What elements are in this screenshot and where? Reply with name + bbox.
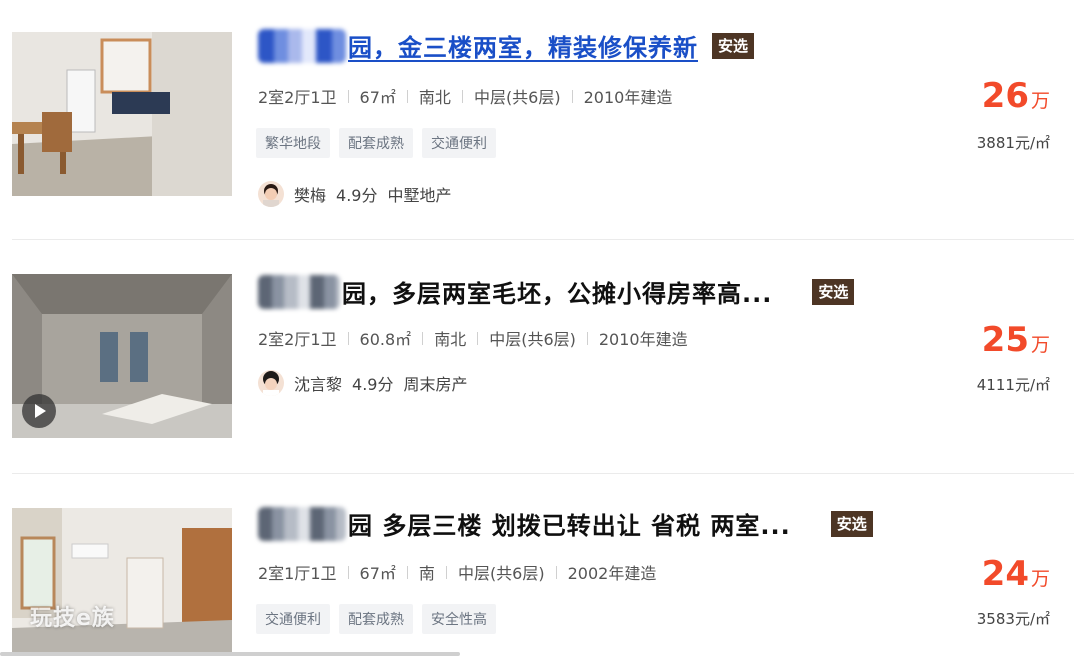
listing-photo[interactable] (12, 274, 232, 438)
separator (406, 89, 408, 103)
separator (555, 565, 557, 579)
separator (347, 89, 349, 103)
agent-rating: 4.9分 (336, 186, 378, 205)
price-value: 26 (981, 76, 1029, 116)
meta-floor: 中层(共6层) (473, 88, 561, 107)
agent-rating: 4.9分 (352, 375, 394, 394)
meta-layout: 2室2厅1卫 (258, 330, 337, 349)
total-price: 26 万 (982, 76, 1050, 116)
listing-title-link[interactable]: 园 多层三楼 划拨已转出让 省税 两室... (348, 506, 791, 541)
total-price: 25 万 (982, 320, 1050, 360)
listing-card-2[interactable]: 园，多层两室毛坯，公摊小得房率高... 安选 2室2厅1卫 60.8㎡ 南北 中… (0, 240, 1080, 474)
listing-card-3[interactable]: 玩技e族 园 多层三楼 划拨已转出让 省税 两室... 安选 2室1厅1卫 67… (0, 474, 1080, 656)
unit-price: 3881元/㎡ (976, 134, 1050, 152)
agent-info[interactable]: 沈言黎 4.9分 周末房产 (258, 370, 477, 396)
title-blurred-segment (258, 28, 346, 63)
meta-year: 2010年建造 (598, 330, 688, 349)
meta-layout: 2室1厅1卫 (258, 564, 337, 583)
separator (586, 331, 588, 345)
price-value: 25 (981, 320, 1029, 360)
tag: 配套成熟 (339, 604, 413, 634)
tag-list: 交通便利 配套成熟 安全性高 (256, 604, 496, 634)
tag: 繁华地段 (256, 128, 330, 158)
unit-price: 3583元/㎡ (976, 610, 1050, 628)
total-price: 24 万 (982, 554, 1050, 594)
tag: 配套成熟 (339, 128, 413, 158)
listing-photo[interactable]: 玩技e族 (12, 508, 232, 656)
agent-info[interactable]: 樊梅 4.9分 中墅地产 (258, 181, 461, 207)
meta-orientation: 南北 (434, 330, 467, 349)
agent-company[interactable]: 周末房产 (403, 371, 467, 395)
unit-price: 4111元/㎡ (976, 376, 1050, 394)
room-photo-illustration (12, 508, 232, 656)
tag-list: 繁华地段 配套成熟 交通便利 (256, 128, 496, 158)
play-icon[interactable] (22, 394, 56, 428)
price-unit: 万 (1030, 568, 1050, 590)
tag: 交通便利 (422, 128, 496, 158)
agent-company[interactable]: 中墅地产 (387, 182, 451, 206)
avatar[interactable] (258, 370, 284, 396)
horizontal-scrollbar[interactable] (0, 652, 460, 656)
listing-title-link[interactable]: 园，多层两室毛坯，公摊小得房率高... (342, 274, 772, 309)
watermark: 玩技e族 (30, 606, 115, 631)
tag: 交通便利 (256, 604, 330, 634)
title-blurred-segment (258, 506, 346, 541)
listing-card-1[interactable]: 园，金三楼两室，精装修保养新 安选 2室2厅1卫 67㎡ 南北 中层(共6层) … (0, 0, 1080, 240)
separator (347, 331, 349, 345)
listing-photo[interactable] (12, 32, 232, 196)
anxuan-badge: 安选 (812, 278, 855, 305)
anxuan-badge: 安选 (830, 510, 873, 537)
meta-layout: 2室2厅1卫 (258, 88, 337, 107)
separator (406, 565, 408, 579)
listing-title-link[interactable]: 园，金三楼两室，精装修保养新 (348, 28, 698, 63)
listing-meta: 2室2厅1卫 67㎡ 南北 中层(共6层) 2010年建造 (258, 84, 672, 108)
separator (347, 565, 349, 579)
meta-orientation: 南 (418, 564, 435, 583)
separator (422, 331, 424, 345)
separator (461, 89, 463, 103)
price-unit: 万 (1030, 334, 1050, 356)
tag: 安全性高 (422, 604, 496, 634)
title-blurred-segment (258, 274, 340, 309)
separator (445, 565, 447, 579)
meta-area: 67㎡ (359, 88, 396, 107)
meta-floor: 中层(共6层) (457, 564, 545, 583)
avatar[interactable] (258, 181, 284, 207)
meta-area: 60.8㎡ (359, 330, 412, 349)
listing-meta: 2室2厅1卫 60.8㎡ 南北 中层(共6层) 2010年建造 (258, 326, 688, 350)
meta-floor: 中层(共6层) (489, 330, 576, 349)
agent-name[interactable]: 樊梅 (294, 182, 326, 206)
meta-year: 2010年建造 (583, 88, 673, 107)
listing-meta: 2室1厅1卫 67㎡ 南 中层(共6层) 2002年建造 (258, 560, 656, 584)
price-unit: 万 (1030, 90, 1050, 112)
room-photo-illustration (12, 32, 232, 196)
separator (477, 331, 479, 345)
agent-name[interactable]: 沈言黎 (294, 371, 342, 395)
meta-orientation: 南北 (418, 88, 451, 107)
anxuan-badge: 安选 (712, 32, 755, 59)
meta-area: 67㎡ (359, 564, 396, 583)
price-value: 24 (981, 554, 1029, 594)
meta-year: 2002年建造 (567, 564, 657, 583)
separator (571, 89, 573, 103)
